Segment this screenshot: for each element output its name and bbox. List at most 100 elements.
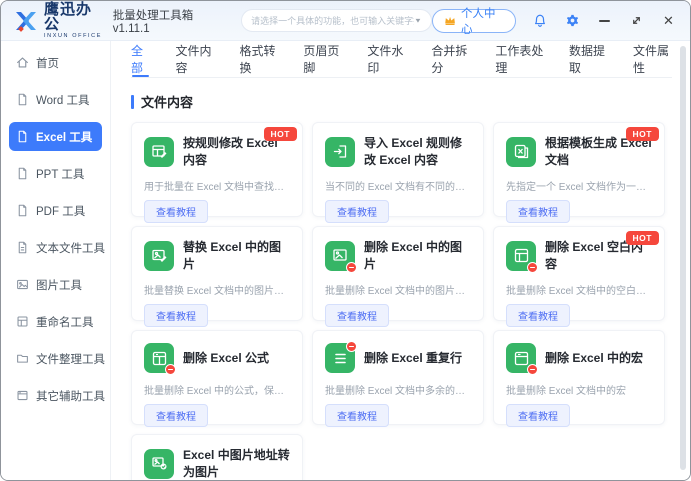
tab-format-convert[interactable]: 格式转换 <box>239 41 278 77</box>
tool-description: 批量替换 Excel 文档中的图片，可以... <box>144 282 290 297</box>
app-window: 鹰迅办公 INXUN OFFICE 批量处理工具箱 v1.11.1 ▼ 个人中心 <box>0 0 691 481</box>
close-button[interactable]: ✕ <box>661 13 676 29</box>
sidebar-item-ppt[interactable]: PPT 工具 <box>9 159 102 188</box>
section-title: 文件内容 <box>141 92 193 111</box>
tool-card[interactable]: HOT 删除 Excel 空白内容 批量删除 Excel 文档中的空白工作表..… <box>493 226 665 321</box>
user-center-button[interactable]: 个人中心 <box>432 9 516 33</box>
hot-badge: HOT <box>626 127 659 141</box>
tab-all[interactable]: 全部 <box>131 41 150 77</box>
minimize-button[interactable] <box>597 13 612 29</box>
tab-worksheet[interactable]: 工作表处理 <box>495 41 544 77</box>
tool-description: 当不同的 Excel 文档有不同的修改规... <box>325 178 471 193</box>
vertical-scrollbar[interactable] <box>680 46 686 470</box>
tool-description: 批量删除 Excel 文档中的图片，可以... <box>325 282 471 297</box>
folder-icon <box>16 352 29 365</box>
sidebar-item-image[interactable]: 图片工具 <box>9 270 102 299</box>
tab-header-footer[interactable]: 页眉页脚 <box>303 41 342 77</box>
tab-file-content[interactable]: 文件内容 <box>175 41 214 77</box>
notification-bell-icon[interactable] <box>533 13 548 29</box>
excel-edit-icon <box>144 137 174 167</box>
tool-card[interactable]: 删除 Excel 中的图片 批量删除 Excel 文档中的图片，可以... 查看… <box>312 226 484 321</box>
macro-delete-icon <box>506 343 536 373</box>
title-bar: 鹰迅办公 INXUN OFFICE 批量处理工具箱 v1.11.1 ▼ 个人中心 <box>1 1 690 41</box>
view-tutorial-button[interactable]: 查看教程 <box>506 200 570 223</box>
sidebar-item-label: 其它辅助工具 <box>36 388 105 404</box>
view-tutorial-button[interactable]: 查看教程 <box>325 200 389 223</box>
tool-card[interactable]: 替换 Excel 中的图片 批量替换 Excel 文档中的图片，可以... 查看… <box>131 226 303 321</box>
hot-badge: HOT <box>626 231 659 245</box>
view-tutorial-button[interactable]: 查看教程 <box>144 304 208 327</box>
document-icon <box>16 241 29 254</box>
document-icon <box>16 130 29 143</box>
tab-data-extract[interactable]: 数据提取 <box>569 41 608 77</box>
tool-card[interactable]: 删除 Excel 公式 批量删除 Excel 中的公式，保留计算... 查看教程 <box>131 330 303 425</box>
image-delete-icon <box>325 241 355 271</box>
tool-card[interactable]: HOT 按规则修改 Excel 内容 用于批量在 Excel 文档中查找并替换/… <box>131 122 303 217</box>
sidebar-item-home[interactable]: 首页 <box>9 48 102 77</box>
function-search[interactable]: ▼ <box>241 9 432 32</box>
minus-badge-icon <box>165 364 176 375</box>
category-tabs: 全部 文件内容 格式转换 页眉页脚 文件水印 合并拆分 工作表处理 数据提取 文… <box>131 41 672 78</box>
excel-template-icon <box>506 137 536 167</box>
section-header: 文件内容 <box>131 92 690 111</box>
tool-title: 删除 Excel 中的宏 <box>545 350 643 367</box>
tool-card[interactable]: 导入 Excel 规则修改 Excel 内容 当不同的 Excel 文档有不同的… <box>312 122 484 217</box>
sidebar-item-misc[interactable]: 其它辅助工具 <box>9 381 102 410</box>
tool-title: 删除 Excel 公式 <box>183 350 269 367</box>
tool-description: 批量删除 Excel 中的公式，保留计算... <box>144 382 290 397</box>
chevron-down-icon[interactable]: ▼ <box>414 17 422 24</box>
user-center-label: 个人中心 <box>461 5 504 37</box>
tool-card-grid: HOT 按规则修改 Excel 内容 用于批量在 Excel 文档中查找并替换/… <box>131 122 690 480</box>
sidebar-item-label: 文本文件工具 <box>36 240 105 256</box>
tool-card[interactable]: HOT 根据模板生成 Excel 文档 先指定一个 Excel 文档作为一个模板… <box>493 122 665 217</box>
tool-title: Excel 中图片地址转为图片 <box>183 447 290 480</box>
tool-title: 导入 Excel 规则修改 Excel 内容 <box>364 135 471 169</box>
minus-badge-icon <box>346 341 357 352</box>
sidebar-item-label: Excel 工具 <box>36 129 92 145</box>
image-convert-icon <box>144 449 174 479</box>
sidebar-item-word[interactable]: Word 工具 <box>9 85 102 114</box>
settings-gear-icon[interactable] <box>565 13 580 29</box>
hot-badge: HOT <box>264 127 297 141</box>
tab-merge-split[interactable]: 合并拆分 <box>431 41 470 77</box>
view-tutorial-button[interactable]: 查看教程 <box>144 404 208 427</box>
tool-description: 批量删除 Excel 文档中的空白工作表... <box>506 282 652 297</box>
minus-badge-icon <box>527 262 538 273</box>
brand-logo-icon <box>13 8 39 34</box>
sidebar-item-excel[interactable]: Excel 工具 <box>9 122 102 151</box>
search-input[interactable] <box>251 16 414 26</box>
tool-card[interactable]: 删除 Excel 重复行 批量删除 Excel 文档中多余的重复行 查看教程 <box>312 330 484 425</box>
document-icon <box>16 167 29 180</box>
crown-icon <box>444 15 456 26</box>
tool-card[interactable]: Excel 中图片地址转为图片 查看教程 <box>131 434 303 480</box>
app-subtitle: 批量处理工具箱 v1.11.1 <box>113 7 229 35</box>
home-icon <box>16 56 29 69</box>
view-tutorial-button[interactable]: 查看教程 <box>506 404 570 427</box>
section-accent-bar <box>131 95 134 109</box>
brand-text: 鹰迅办公 INXUN OFFICE <box>44 2 106 40</box>
tool-description: 用于批量在 Excel 文档中查找并替换/... <box>144 178 290 193</box>
sidebar-item-textfile[interactable]: 文本文件工具 <box>9 233 102 262</box>
main-content: 全部 文件内容 格式转换 页眉页脚 文件水印 合并拆分 工作表处理 数据提取 文… <box>111 41 690 480</box>
image-icon <box>16 278 29 291</box>
tools-icon <box>16 389 29 402</box>
sidebar-item-rename[interactable]: 重命名工具 <box>9 307 102 336</box>
sidebar-item-label: PPT 工具 <box>36 166 84 182</box>
tab-watermark[interactable]: 文件水印 <box>367 41 406 77</box>
tool-card[interactable]: 删除 Excel 中的宏 批量删除 Excel 文档中的宏 查看教程 <box>493 330 665 425</box>
tool-title: 删除 Excel 中的图片 <box>364 239 471 273</box>
tab-file-props[interactable]: 文件属性 <box>633 41 672 77</box>
excel-import-icon <box>325 137 355 167</box>
sidebar-item-label: 重命名工具 <box>36 314 94 330</box>
tool-description: 批量删除 Excel 文档中的宏 <box>506 382 652 397</box>
sidebar-item-pdf[interactable]: PDF 工具 <box>9 196 102 225</box>
sidebar-item-label: 图片工具 <box>36 277 82 293</box>
sidebar-item-label: Word 工具 <box>36 92 89 108</box>
view-tutorial-button[interactable]: 查看教程 <box>325 304 389 327</box>
view-tutorial-button[interactable]: 查看教程 <box>325 404 389 427</box>
sidebar-item-organize[interactable]: 文件整理工具 <box>9 344 102 373</box>
maximize-button[interactable] <box>629 13 644 29</box>
view-tutorial-button[interactable]: 查看教程 <box>144 200 208 223</box>
view-tutorial-button[interactable]: 查看教程 <box>506 304 570 327</box>
brand-name-en: INXUN OFFICE <box>44 34 106 40</box>
